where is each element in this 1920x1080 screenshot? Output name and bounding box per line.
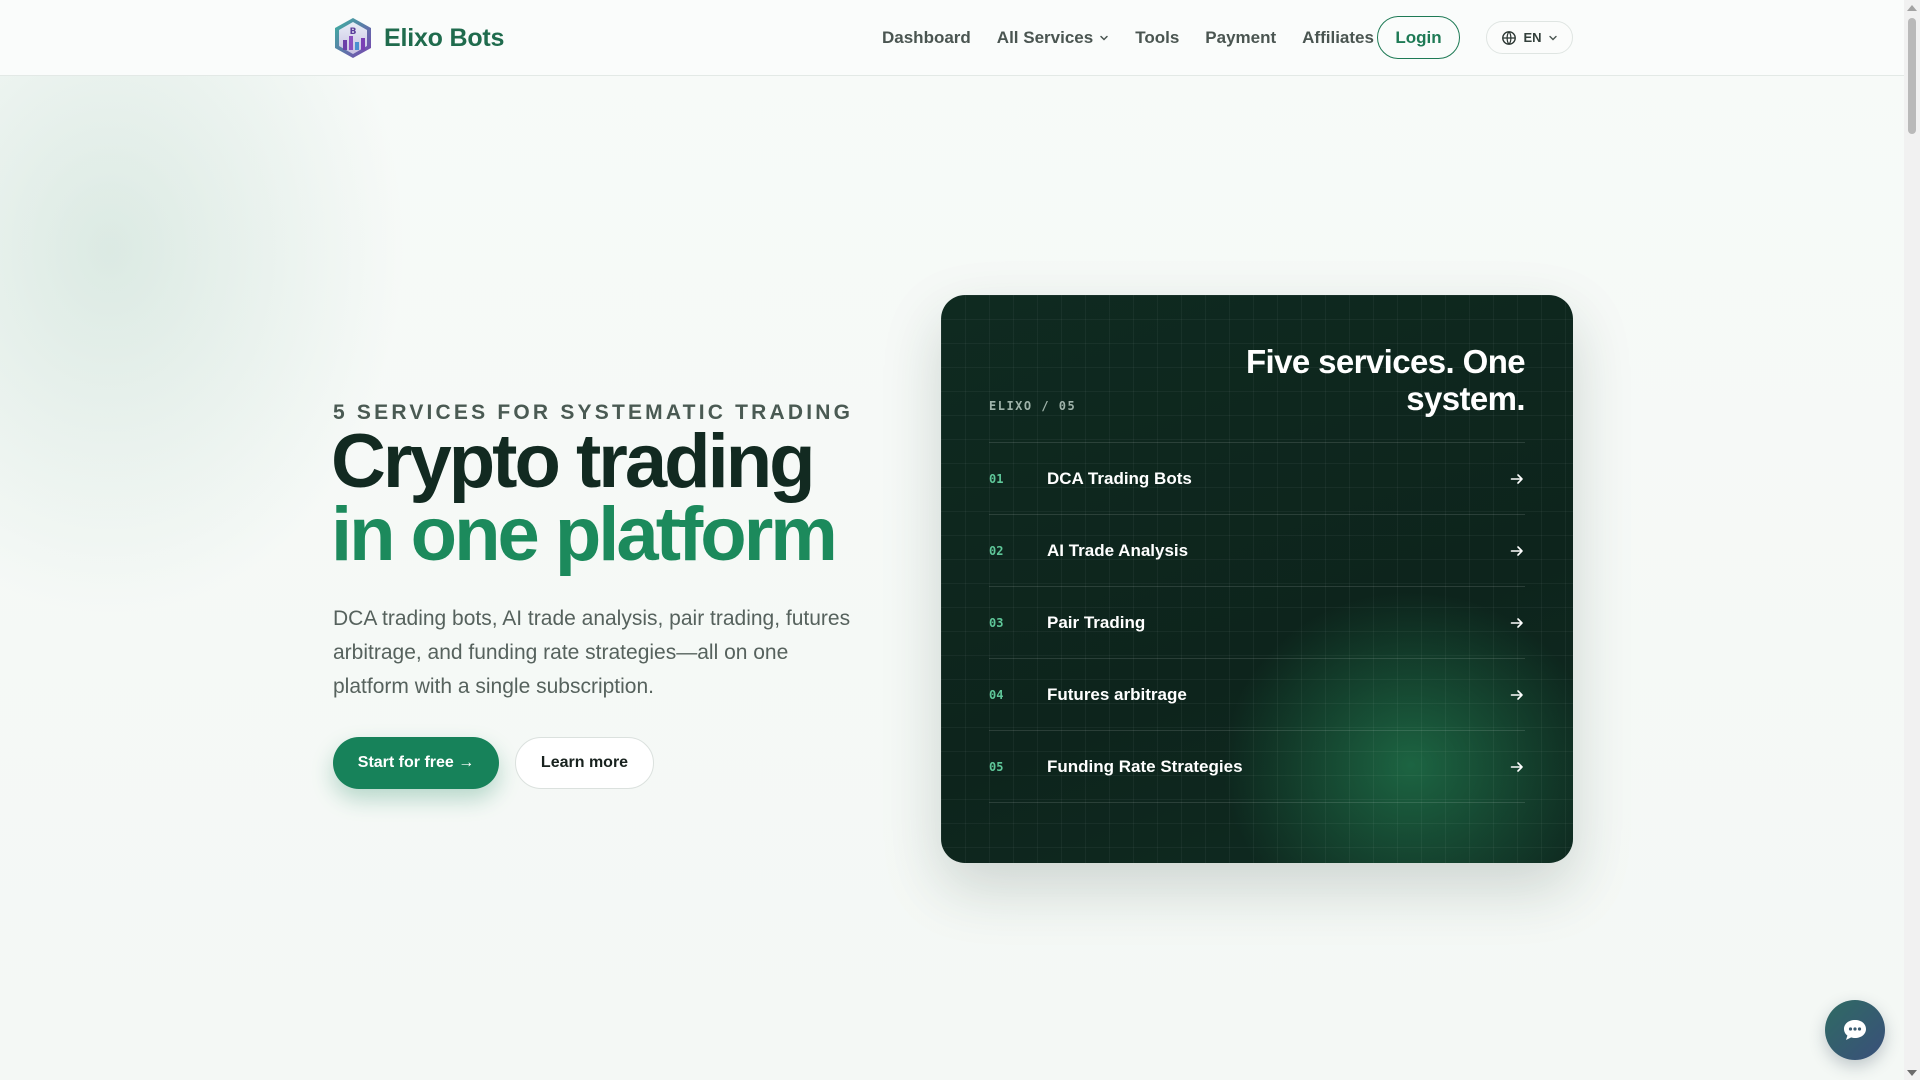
arrow-right-icon [1510, 545, 1523, 556]
card-tag: ELIXO / 05 [989, 399, 1077, 413]
nav-all-services-label: All Services [996, 28, 1094, 47]
service-name: Funding Rate Strategies [1047, 756, 1243, 776]
services-card: ELIXO / 05 Five services. One system. 01… [941, 295, 1573, 863]
service-number: 04 [989, 687, 1004, 702]
learn-more-button[interactable]: Learn more [515, 737, 654, 789]
service-name: Pair Trading [1047, 612, 1146, 632]
scrollbar-thumb[interactable] [1908, 18, 1916, 134]
chat-bubble-icon [1844, 1020, 1866, 1040]
service-item-dca-trading-bots[interactable]: 01 DCA Trading Bots [989, 443, 1525, 515]
brand-logo[interactable]: B Elixo Bots [332, 16, 504, 60]
service-name: Futures arbitrage [1047, 684, 1187, 704]
nav-dashboard-label: Dashboard [882, 28, 971, 47]
services-list: 01 DCA Trading Bots 02 AI Trade Analysis… [989, 443, 1525, 803]
brand-name: Elixo Bots [384, 23, 505, 52]
nav-affiliates-label: Affiliates [1302, 28, 1374, 47]
service-item-pair-trading[interactable]: 03 Pair Trading [989, 587, 1525, 659]
language-selector[interactable]: EN [1486, 21, 1573, 54]
nav-dashboard[interactable]: Dashboard [882, 28, 971, 48]
service-name: AI Trade Analysis [1047, 540, 1189, 560]
chat-button[interactable] [1825, 1000, 1885, 1060]
login-button[interactable]: Login [1377, 16, 1460, 59]
service-number: 01 [989, 471, 1004, 486]
card-title: Five services. One system. [1245, 343, 1526, 417]
nav-tools[interactable]: Tools [1135, 28, 1179, 48]
service-name: DCA Trading Bots [1047, 468, 1192, 488]
hero-subtext: DCA trading bots, AI trade analysis, pai… [333, 607, 851, 698]
arrow-right-icon [1510, 761, 1523, 772]
page-scrollbar[interactable] [1904, 0, 1920, 1080]
nav-payment-label: Payment [1205, 28, 1277, 47]
start-for-free-button[interactable]: Start for free → [333, 737, 499, 789]
chevron-down-icon [1548, 35, 1557, 40]
nav-tools-label: Tools [1135, 28, 1180, 47]
scroll-up-arrow-icon[interactable] [1907, 5, 1917, 11]
top-navbar: B Elixo Bots Dashboard All Services Tool… [0, 0, 1904, 76]
service-item-ai-trade-analysis[interactable]: 02 AI Trade Analysis [989, 515, 1525, 587]
hero-headline-line1: Crypto trading [331, 419, 816, 504]
service-number: 05 [989, 759, 1004, 774]
hero-headline-line2: in one platform [331, 492, 838, 577]
chevron-down-icon [1100, 35, 1108, 41]
language-label: EN [1523, 30, 1542, 45]
globe-icon [1502, 30, 1517, 45]
nav-affiliates[interactable]: Affiliates [1302, 28, 1374, 48]
service-number: 03 [989, 615, 1004, 630]
nav-all-services[interactable]: All Services [997, 28, 1109, 48]
main-nav: Dashboard All Services Tools Payment Aff… [882, 0, 1400, 76]
scroll-down-arrow-icon[interactable] [1907, 1070, 1917, 1076]
arrow-right-icon [1510, 617, 1523, 628]
service-item-futures-arbitrage[interactable]: 04 Futures arbitrage [989, 659, 1525, 731]
hexagon-logo-icon: B [335, 18, 371, 58]
svg-text:B: B [350, 27, 357, 37]
service-number: 02 [989, 543, 1004, 558]
nav-payment[interactable]: Payment [1205, 28, 1276, 48]
service-item-funding-rate-strategies[interactable]: 05 Funding Rate Strategies [989, 731, 1525, 803]
arrow-right-icon [1510, 473, 1523, 484]
arrow-right-icon [1510, 689, 1523, 700]
hero-headline: Crypto trading in one platform [331, 419, 838, 577]
